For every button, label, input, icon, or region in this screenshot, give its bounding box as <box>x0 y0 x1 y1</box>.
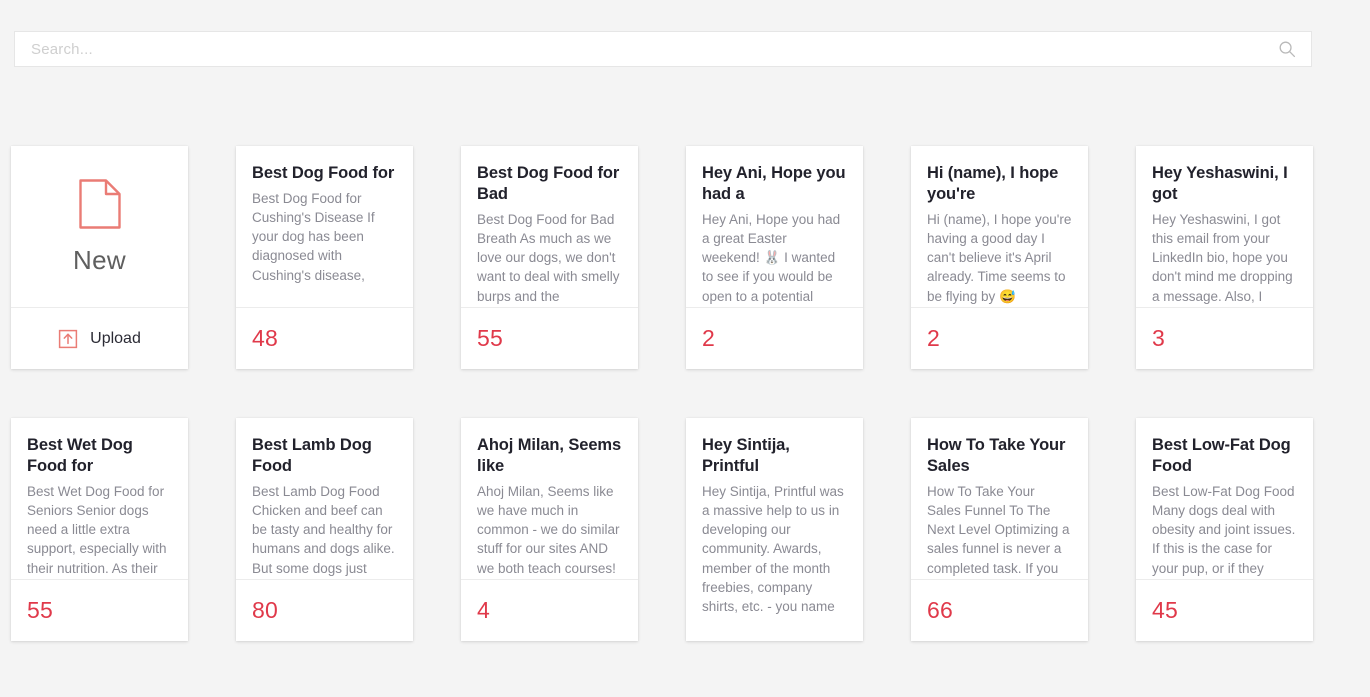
card-count: 48 <box>252 325 278 351</box>
card-excerpt: Best Dog Food for Bad Breath As much as … <box>477 211 620 304</box>
document-page-icon <box>78 178 122 235</box>
card-footer: 4 <box>461 579 638 641</box>
card-footer: 80 <box>236 579 413 641</box>
card-count: 55 <box>27 597 53 623</box>
card-title: Best Dog Food for Bad <box>477 164 620 203</box>
card-body: Best Dog Food for Bad Best Dog Food for B… <box>461 146 638 307</box>
card-title: Hey Sintija, Printful <box>702 436 790 475</box>
upload-icon <box>58 329 78 349</box>
card-body: Best Dog Food for Best Dog Food for Cushi… <box>236 146 413 307</box>
new-document-button[interactable]: New <box>11 146 188 307</box>
card-title: How To Take Your Sales <box>927 436 1066 475</box>
search-input[interactable] <box>29 39 1277 59</box>
search-icon[interactable] <box>1277 39 1297 59</box>
card-count: 4 <box>477 597 490 623</box>
card-body: Best Low-Fat Dog Food Best Low-Fat Dog Fo… <box>1136 418 1313 579</box>
card-title: Ahoj Milan, Seems like <box>477 436 622 475</box>
card-excerpt: Best Lamb Dog Food Chicken and beef can … <box>252 483 395 576</box>
card-excerpt: Hey Ani, Hope you had a great Easter wee… <box>702 211 841 304</box>
card-body: Best Wet Dog Food for Best Wet Dog Food f… <box>11 418 188 579</box>
card-title: Best Wet Dog Food for <box>27 436 133 475</box>
card-grid: New Upload Best Dog Food for Best Dog Foo… <box>11 146 1359 641</box>
content-card[interactable]: Hey Yeshaswini, I got Hey Yeshaswini, I g… <box>1136 146 1313 369</box>
card-footer: 3 <box>1136 307 1313 369</box>
upload-label: Upload <box>90 329 141 347</box>
card-title: Best Low-Fat Dog Food <box>1152 436 1291 475</box>
content-card[interactable]: Hey Ani, Hope you had a Hey Ani, Hope you… <box>686 146 863 369</box>
content-card[interactable]: Hi (name), I hope you're Hi (name), I hop… <box>911 146 1088 369</box>
card-title: Hey Yeshaswini, I got <box>1152 164 1288 203</box>
new-document-card[interactable]: New Upload <box>11 146 188 369</box>
card-count: 66 <box>927 597 953 623</box>
content-card[interactable]: Best Dog Food for Best Dog Food for Cushi… <box>236 146 413 369</box>
card-excerpt: How To Take Your Sales Funnel To The Nex… <box>927 483 1070 576</box>
content-card[interactable]: Best Dog Food for Bad Best Dog Food for B… <box>461 146 638 369</box>
card-count: 3 <box>1152 325 1165 351</box>
card-count: 2 <box>702 325 715 351</box>
upload-button[interactable]: Upload <box>11 307 188 369</box>
card-body: Hi (name), I hope you're Hi (name), I hop… <box>911 146 1088 307</box>
card-body: Hey Ani, Hope you had a Hey Ani, Hope you… <box>686 146 863 307</box>
card-footer: 55 <box>461 307 638 369</box>
content-card[interactable]: Best Lamb Dog Food Best Lamb Dog Food Chi… <box>236 418 413 641</box>
card-excerpt: Ahoj Milan, Seems like we have much in c… <box>477 483 620 576</box>
card-title: Best Lamb Dog Food <box>252 436 372 475</box>
card-body: Ahoj Milan, Seems like Ahoj Milan, Seems … <box>461 418 638 579</box>
card-count: 2 <box>927 325 940 351</box>
card-count: 80 <box>252 597 278 623</box>
search-bar[interactable] <box>14 31 1312 67</box>
card-excerpt: Hey Yeshaswini, I got this email from yo… <box>1152 211 1293 304</box>
content-card[interactable]: Ahoj Milan, Seems like Ahoj Milan, Seems … <box>461 418 638 641</box>
card-footer: 66 <box>911 579 1088 641</box>
content-card[interactable]: How To Take Your Sales How To Take Your S… <box>911 418 1088 641</box>
card-footer: 2 <box>686 307 863 369</box>
card-excerpt: Best Wet Dog Food for Seniors Senior dog… <box>27 483 167 576</box>
card-body: Best Lamb Dog Food Best Lamb Dog Food Chi… <box>236 418 413 579</box>
card-count: 55 <box>477 325 503 351</box>
card-body: How To Take Your Sales How To Take Your S… <box>911 418 1088 579</box>
card-footer: 45 <box>1136 579 1313 641</box>
card-title: Hey Ani, Hope you had a <box>702 164 846 203</box>
card-title: Best Dog Food for <box>252 164 395 182</box>
content-card[interactable]: Hey Sintija, Printful Hey Sintija, Printf… <box>686 418 863 641</box>
content-card[interactable]: Best Wet Dog Food for Best Wet Dog Food f… <box>11 418 188 641</box>
card-title: Hi (name), I hope you're <box>927 164 1059 203</box>
card-excerpt: Best Low-Fat Dog Food Many dogs deal wit… <box>1152 483 1296 576</box>
card-body: Hey Yeshaswini, I got Hey Yeshaswini, I g… <box>1136 146 1313 307</box>
content-card[interactable]: Best Low-Fat Dog Food Best Low-Fat Dog Fo… <box>1136 418 1313 641</box>
card-excerpt: Best Dog Food for Cushing's Disease If y… <box>252 190 375 283</box>
card-body: Hey Sintija, Printful Hey Sintija, Printf… <box>686 418 863 640</box>
card-count: 45 <box>1152 597 1178 623</box>
new-label: New <box>73 244 126 275</box>
card-footer: 2 <box>911 307 1088 369</box>
card-footer: 55 <box>11 579 188 641</box>
card-footer: 48 <box>236 307 413 369</box>
card-excerpt: Hey Sintija, Printful was a massive help… <box>702 483 844 614</box>
card-excerpt: Hi (name), I hope you're having a good d… <box>927 211 1072 304</box>
